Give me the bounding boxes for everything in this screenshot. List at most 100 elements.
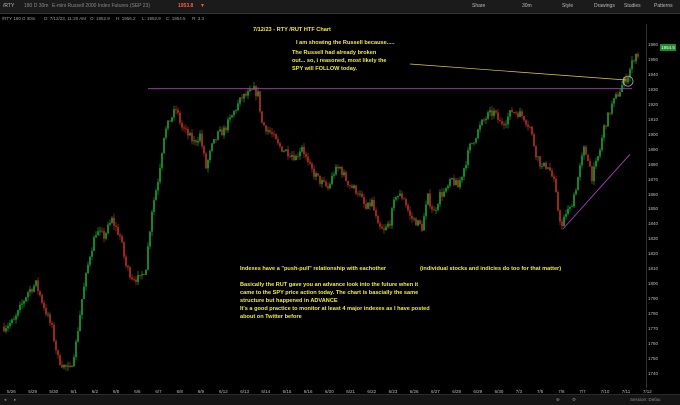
candle-body [585,146,587,155]
candle-body [601,137,603,151]
candle-body [221,129,223,136]
note-line-3: out... so, i reasoned, most likely the [292,58,387,64]
candle-body [495,110,497,113]
candle-body [143,274,145,276]
candle-body [443,191,445,197]
candle-body [109,222,111,225]
candle-body [465,165,467,169]
candle-body [27,292,29,298]
candle-body [305,154,307,157]
candle-body [223,127,225,136]
candle-body [79,315,81,332]
candle-body [281,146,283,152]
candle-body [525,120,527,125]
candle-body [91,250,93,257]
candle-body [619,92,621,97]
candle-body [135,279,137,282]
candle-body [441,192,443,197]
candle-body [527,124,529,127]
candle-body [259,91,261,112]
candle-body [607,112,609,127]
candle-body [581,155,583,166]
scroll-left-icon[interactable]: ◂ [4,397,6,403]
candle-body [69,365,71,367]
scroll-right-icon[interactable]: ▸ [14,397,16,403]
candle-body [561,221,563,227]
settings-icon[interactable]: ⚙ [572,397,576,403]
candle-body [113,217,115,226]
candle-body [383,228,385,231]
candle-body [123,242,125,257]
candle-body [419,220,421,224]
candle-body [205,153,207,169]
candle-body [291,155,293,157]
candle-body [95,235,97,238]
candle-body [505,124,507,126]
candle-body [503,123,505,126]
candle-body [253,86,255,90]
candle-body [583,146,585,156]
candle-body [199,133,201,141]
candle-body [309,161,311,164]
note-line-2: The Russell had already broken [292,50,377,56]
candle-body [627,77,629,83]
candle-body [439,192,441,205]
candle-body [115,225,117,227]
candle-body [449,179,451,186]
candle-body [351,185,353,188]
candle-body [19,304,21,311]
candle-body [537,156,539,158]
candle-body [417,220,419,226]
candle-body [51,323,53,325]
y-tick-label: 1790 [648,295,659,301]
candle-body [609,112,611,114]
candle-body [41,295,43,303]
candle-body [613,98,615,104]
candle-body [163,137,165,154]
y-tick-label: 1950 [648,57,659,63]
candle-body [227,119,229,131]
candle-body [501,121,503,124]
candle-body [81,299,83,316]
candle-body [279,143,281,147]
candle-body [175,109,177,111]
y-tick-label: 1760 [648,340,659,346]
candle-body [551,170,553,177]
candle-body [557,192,559,211]
candle-body [193,140,195,142]
candle-body [3,326,5,332]
session-setting[interactable]: Session: Defau [630,397,661,402]
candle-body [187,128,189,136]
candle-body [329,184,331,189]
candle-body [77,331,79,342]
zoom-icon[interactable]: ⊕ [556,397,560,403]
y-tick-label: 1740 [648,370,659,376]
candle-body [61,364,63,368]
status-bar: ◂ ▸ ⊕ ⚙ Session: Defau [0,394,680,405]
candle-body [535,146,537,158]
candle-body [391,208,393,226]
candle-body [521,111,523,117]
candle-body [365,203,367,209]
candle-body [423,216,425,231]
candle-body [371,200,373,207]
candle-body [35,280,37,286]
candle-body [197,140,199,143]
candle-body [23,301,25,304]
candle-body [325,181,327,187]
candle-body [271,132,273,134]
candle-body [183,127,185,129]
candle-body [529,126,531,128]
candle-body [413,218,415,220]
candle-body [245,93,247,96]
candle-body [257,91,259,97]
candle-body [87,264,89,274]
y-tick-label: 1800 [648,281,659,287]
candle-body [539,156,541,167]
candle-body [167,120,169,129]
candle-body [427,193,429,205]
candle-body [523,116,525,121]
candle-body [479,125,481,130]
candle-body [357,193,359,195]
candle-body [435,209,437,211]
